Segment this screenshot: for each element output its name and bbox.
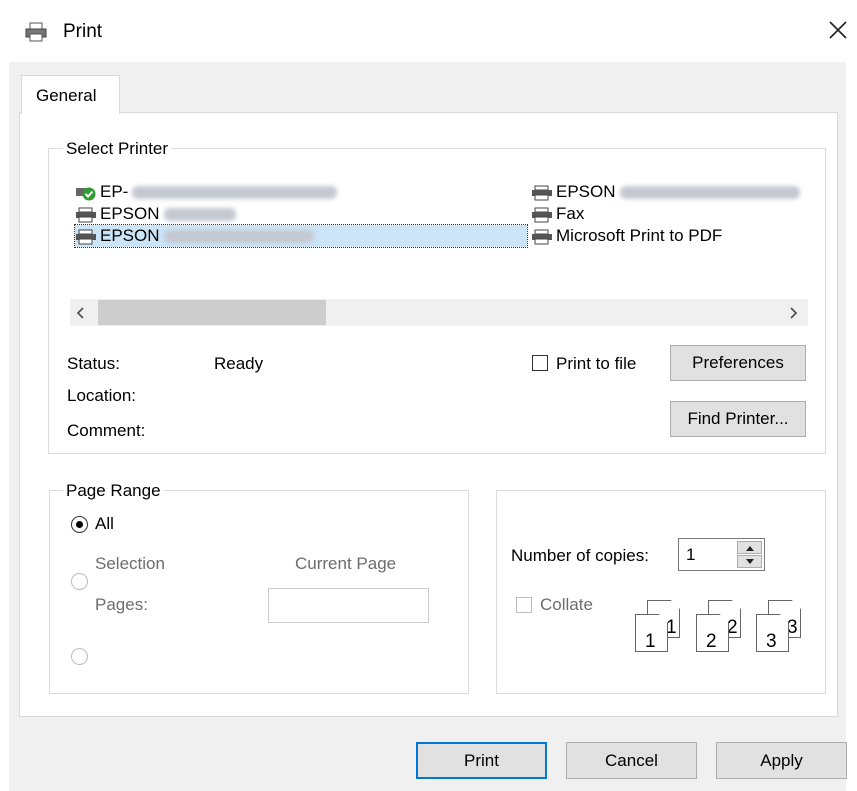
page-icon: 1 bbox=[635, 614, 668, 652]
printer-icon bbox=[76, 207, 96, 222]
printer-name: EPSON bbox=[100, 204, 160, 223]
preferences-button-label: Preferences bbox=[692, 353, 784, 372]
preferences-button[interactable]: Preferences bbox=[670, 345, 806, 381]
copies-value: 1 bbox=[686, 545, 696, 564]
print-to-file-checkbox[interactable] bbox=[532, 355, 548, 371]
printer-name: Fax bbox=[556, 204, 585, 223]
page-range-legend: Page Range bbox=[63, 481, 164, 501]
comment-label: Comment: bbox=[67, 421, 146, 440]
scroll-left-icon[interactable] bbox=[74, 306, 88, 320]
collate-illustration: 1 1 2 2 3 3 bbox=[627, 600, 812, 662]
printer-name: EP- bbox=[100, 182, 129, 201]
collate-checkbox[interactable] bbox=[516, 597, 532, 613]
close-icon[interactable] bbox=[824, 16, 852, 44]
page-icon: 3 bbox=[756, 614, 789, 652]
print-button[interactable]: Print bbox=[416, 742, 547, 779]
copies-group bbox=[496, 490, 826, 694]
tab-general[interactable]: General bbox=[21, 75, 120, 114]
page-number: 3 bbox=[766, 631, 777, 652]
copies-increment[interactable] bbox=[737, 541, 762, 554]
location-label: Location: bbox=[67, 386, 136, 405]
collate-label: Collate bbox=[540, 595, 593, 614]
redacted-name bbox=[132, 185, 338, 199]
spin-up-icon bbox=[746, 546, 754, 551]
printer-item-fax[interactable]: Fax bbox=[531, 203, 816, 225]
printer-icon bbox=[25, 22, 47, 42]
fax-icon bbox=[532, 207, 552, 222]
apply-button[interactable]: Apply bbox=[716, 742, 847, 779]
cancel-button-label: Cancel bbox=[605, 750, 658, 770]
printer-list-scrollbar[interactable] bbox=[70, 299, 808, 326]
current-page-radio-label: Current Page bbox=[295, 554, 397, 573]
window-title: Print bbox=[63, 21, 103, 42]
scrollbar-thumb[interactable] bbox=[98, 300, 326, 325]
all-radio-label: All bbox=[95, 514, 114, 533]
printer-icon bbox=[532, 185, 552, 200]
tab-general-label: General bbox=[36, 86, 97, 105]
select-printer-legend: Select Printer bbox=[63, 139, 172, 159]
printer-icon bbox=[532, 229, 552, 244]
print-button-label: Print bbox=[464, 750, 499, 770]
page-number: 1 bbox=[645, 631, 656, 652]
page-number: 2 bbox=[706, 631, 717, 652]
selection-radio-label: Selection bbox=[95, 554, 165, 573]
status-label: Status: bbox=[67, 354, 120, 373]
printer-list-right: EPSON Fax Microsoft Print to PDF bbox=[531, 181, 816, 247]
network-printer-check-icon bbox=[76, 187, 96, 200]
printer-item-ep879a[interactable]: EP- bbox=[75, 181, 535, 203]
printer-item-fx890[interactable]: EPSON bbox=[75, 203, 535, 225]
cancel-button[interactable]: Cancel bbox=[566, 742, 697, 779]
pages-radio[interactable] bbox=[71, 648, 88, 665]
find-printer-button-label: Find Printer... bbox=[687, 409, 789, 428]
pages-radio-label: Pages: bbox=[95, 595, 148, 614]
printer-name: EPSON bbox=[556, 182, 616, 201]
printer-icon bbox=[76, 229, 96, 244]
copies-decrement[interactable] bbox=[737, 555, 762, 568]
pages-input[interactable] bbox=[268, 588, 429, 623]
apply-button-label: Apply bbox=[760, 750, 803, 770]
redacted-name bbox=[163, 229, 314, 243]
copies-label: Number of copies: bbox=[511, 546, 649, 565]
printer-item-fx890ii[interactable]: EPSON bbox=[74, 224, 535, 248]
all-radio[interactable] bbox=[71, 516, 88, 533]
printer-item-pdf[interactable]: Microsoft Print to PDF bbox=[531, 225, 816, 247]
spin-down-icon bbox=[746, 559, 754, 564]
printer-item-xp830[interactable]: EPSON bbox=[531, 181, 816, 203]
title-bar: Print bbox=[0, 0, 857, 62]
copies-input[interactable]: 1 bbox=[678, 538, 765, 571]
printer-name: Microsoft Print to PDF bbox=[556, 226, 723, 245]
status-value: Ready bbox=[214, 354, 264, 373]
redacted-name bbox=[619, 185, 800, 199]
find-printer-button[interactable]: Find Printer... bbox=[670, 401, 806, 437]
scroll-right-icon[interactable] bbox=[786, 306, 800, 320]
redacted-name bbox=[163, 207, 236, 221]
print-to-file-label: Print to file bbox=[556, 354, 637, 373]
page-icon: 2 bbox=[696, 614, 729, 652]
selection-radio[interactable] bbox=[71, 573, 88, 590]
printer-list-left: EP- EPSON EPSON bbox=[74, 181, 535, 248]
printer-name: EPSON bbox=[100, 226, 160, 245]
